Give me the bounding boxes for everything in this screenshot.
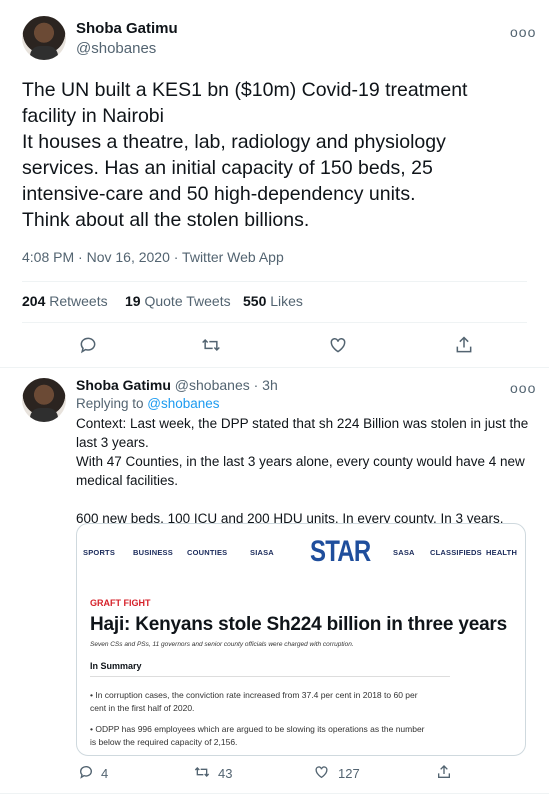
nav-counties[interactable]: COUNTIES [187,548,227,557]
reply-retweets-count: 43 [218,766,233,781]
likes-label: Likes [270,293,303,309]
quote-tweets-stat[interactable]: 19 Quote Tweets [125,293,231,309]
article-kicker: GRAFT FIGHT [90,598,151,608]
quote-tweets-count: 19 [125,293,141,309]
likes-stat[interactable]: 550 Likes [243,293,303,309]
more-options-icon[interactable]: ooo [510,24,536,40]
summary-bullet: • ODPP has 996 employees which are argue… [90,724,425,747]
summary-heading: In Summary [90,661,142,671]
reply-icon[interactable] [78,764,94,780]
replies-count: 4 [101,766,109,781]
reply-icon[interactable] [78,335,98,355]
retweets-stat[interactable]: 204 Retweets [22,293,108,309]
reply-likes-count: 127 [338,766,360,781]
retweet-icon[interactable] [200,335,222,355]
article-card[interactable]: SPORTS BUSINESS COUNTIES SIASA STAR SASA… [76,523,526,756]
tweet-timestamp[interactable]: 4:08 PM · Nov 16, 2020 · Twitter Web App [22,249,284,265]
retweet-icon[interactable] [193,764,211,780]
reply-more-options-icon[interactable]: ooo [510,380,536,396]
retweets-label: Retweets [49,293,108,309]
share-icon[interactable] [436,763,452,781]
article-headline[interactable]: Haji: Kenyans stole Sh224 billion in thr… [90,614,522,636]
avatar[interactable] [22,16,66,60]
replying-to: Replying to @shobanes [76,396,220,411]
tweet-text: The UN built a KES1 bn ($10m) Covid-19 t… [22,79,468,231]
star-logo: STAR [310,535,371,568]
divider [0,367,549,368]
author-handle[interactable]: @shobanes [76,40,156,57]
nav-health[interactable]: HEALTH [486,548,517,557]
article-deck: Seven CSs and PSs, 11 governors and seni… [90,641,354,648]
share-icon[interactable] [454,334,474,356]
retweets-count: 204 [22,293,46,309]
reply-header: Shoba Gatimu @shobanes · 3h [76,377,278,393]
reply-author-handle[interactable]: @shobanes · 3h [175,377,278,393]
reply-avatar[interactable] [22,378,66,422]
replying-to-label: Replying to [76,396,148,411]
divider [22,322,527,323]
reply-author-name[interactable]: Shoba Gatimu [76,377,171,393]
nav-sasa[interactable]: SASA [393,548,415,557]
nav-business[interactable]: BUSINESS [133,548,173,557]
author-name[interactable]: Shoba Gatimu [76,20,178,37]
nav-classifieds[interactable]: CLASSIFIEDS [430,548,482,557]
divider [0,793,549,794]
nav-siasa[interactable]: SIASA [250,548,274,557]
summary-bullet: • In corruption cases, the conviction ra… [90,690,418,713]
summary-divider [90,676,450,677]
like-icon[interactable] [328,335,348,355]
nav-sports[interactable]: SPORTS [83,548,115,557]
likes-count: 550 [243,293,267,309]
like-icon[interactable] [313,764,330,780]
quote-tweets-label: Quote Tweets [144,293,231,309]
reply-text: Context: Last week, the DPP stated that … [76,416,529,526]
replying-to-link[interactable]: @shobanes [147,396,219,411]
divider [22,281,527,282]
site-nav: SPORTS BUSINESS COUNTIES SIASA STAR SASA… [77,524,525,579]
